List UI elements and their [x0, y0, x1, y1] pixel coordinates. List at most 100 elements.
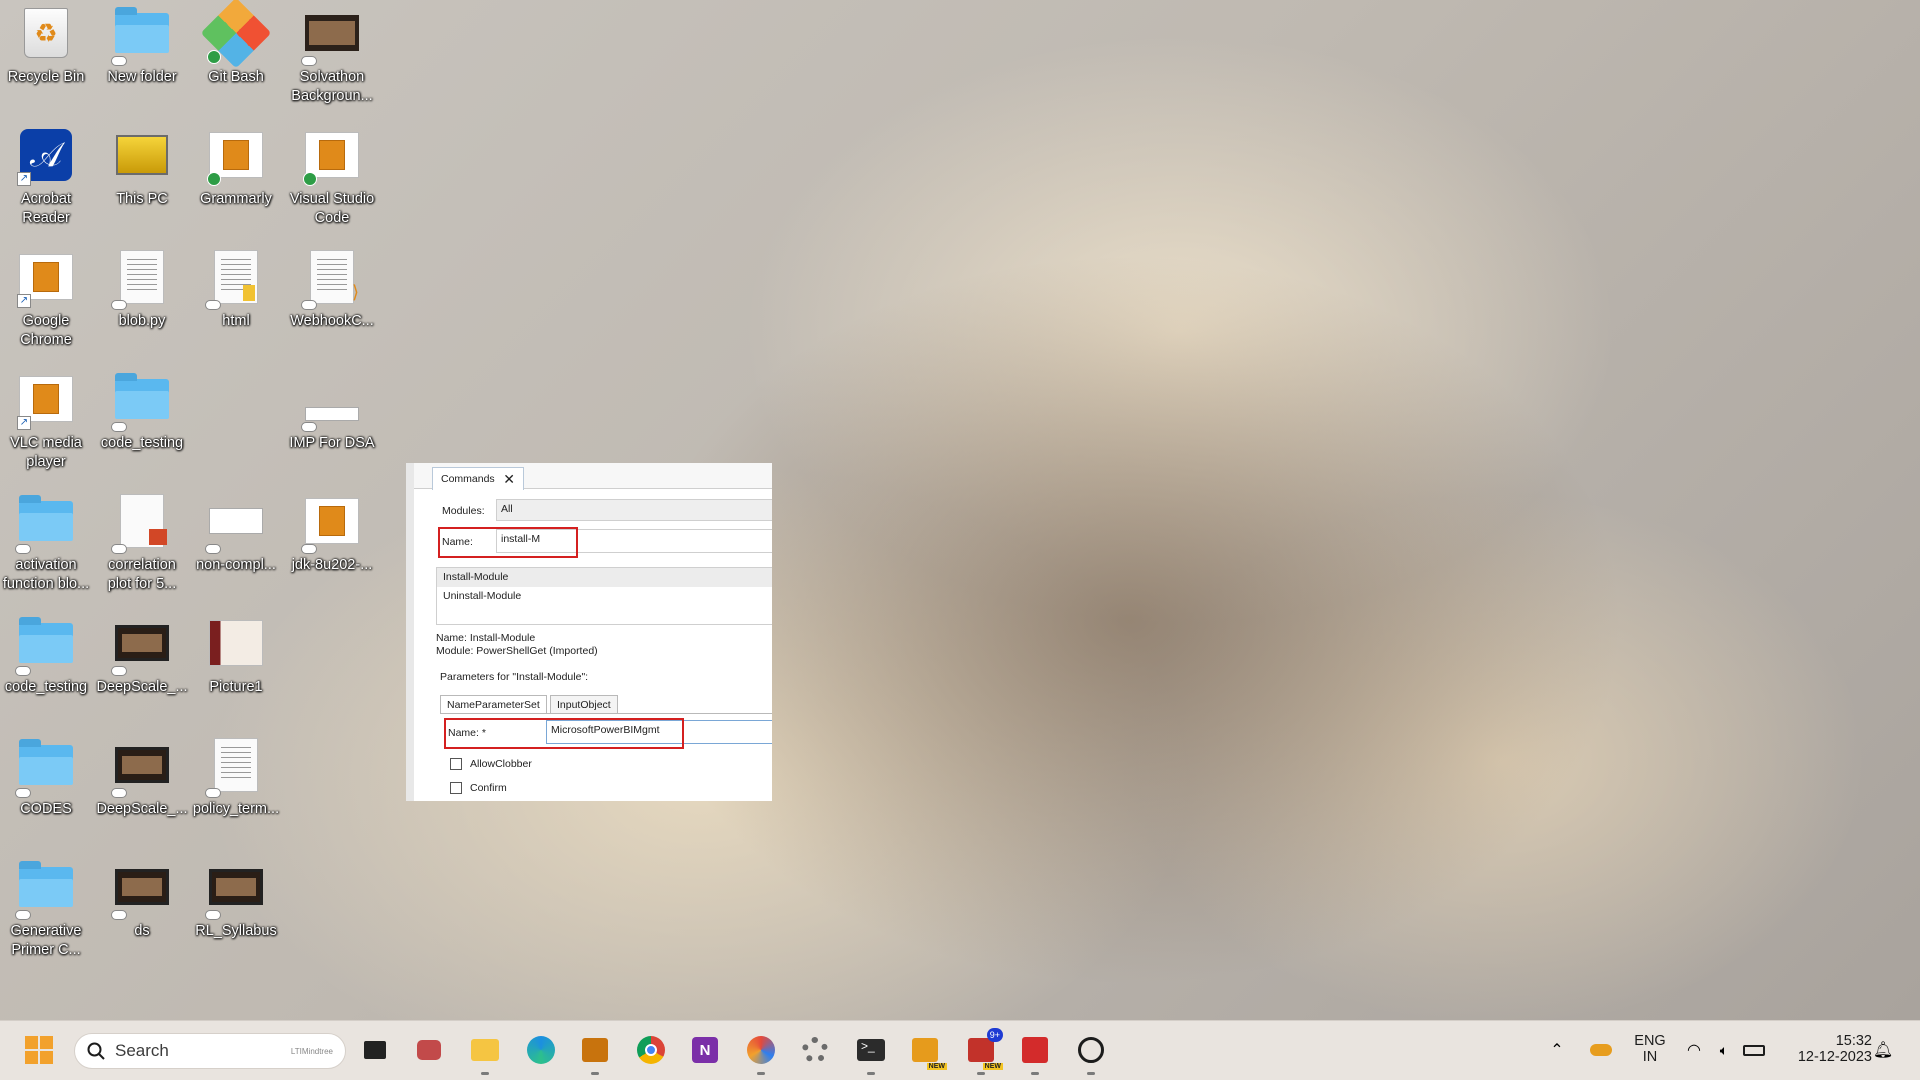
- close-icon[interactable]: ✕: [503, 472, 515, 486]
- show-hidden-icons-chevron-icon[interactable]: ⌃: [1544, 1031, 1570, 1069]
- shortcut-arrow-icon: ↗: [17, 416, 31, 430]
- command-detail-module: Module: PowerShellGet (Imported): [436, 645, 598, 657]
- desktop-icon-rl-syllabus[interactable]: RL_Syllabus: [190, 854, 282, 972]
- desktop-icon-label: blob.py: [118, 313, 166, 329]
- image-file-icon: [209, 869, 263, 905]
- onenote-icon[interactable]: N: [686, 1031, 724, 1069]
- task-view-icon[interactable]: [356, 1031, 394, 1069]
- clock[interactable]: 15:32 12-12-2023: [1780, 1033, 1872, 1065]
- desktop-icon-deepscale-1[interactable]: DeepScale_...: [96, 610, 188, 728]
- language-line-1: ENG: [1634, 1033, 1666, 1049]
- chrome-icon[interactable]: [632, 1031, 670, 1069]
- cloud-sync-icon: [111, 544, 127, 554]
- cloud-sync-icon: [301, 56, 317, 66]
- desktop-icon-deepscale-2[interactable]: DeepScale_...: [96, 732, 188, 850]
- desktop-icon-acrobat-reader[interactable]: 𝒜 ↗ Acrobat Reader: [0, 122, 92, 240]
- desktop-icon-ds[interactable]: ds: [96, 854, 188, 972]
- desktop-icon-label: code_testing: [4, 679, 88, 695]
- desktop-icon-label: activation function blo...: [2, 557, 90, 592]
- image-file-icon: [209, 620, 263, 666]
- acrobat-taskbar-icon[interactable]: [1016, 1031, 1054, 1075]
- highlight-box-param-name: [444, 718, 684, 749]
- allowclobber-checkbox[interactable]: [450, 758, 462, 770]
- clock-app-icon[interactable]: [1072, 1031, 1110, 1075]
- desktop-icon-label: DeepScale_...: [96, 801, 188, 817]
- desktop-icon-imp-for-dsa[interactable]: IMP For DSA: [286, 366, 378, 484]
- modules-dropdown[interactable]: All: [496, 499, 772, 521]
- file-explorer-icon[interactable]: [466, 1031, 504, 1075]
- teams-icon[interactable]: [410, 1031, 448, 1069]
- teams-new-icon[interactable]: 9+ NEW: [962, 1028, 1003, 1075]
- desktop-icon-codes[interactable]: CODES: [0, 732, 92, 850]
- list-item[interactable]: Install-Module: [437, 568, 772, 587]
- terminal-icon[interactable]: >_: [852, 1031, 890, 1075]
- outlook-icon[interactable]: NEW: [906, 1031, 947, 1070]
- taskbar-search[interactable]: Search LTIMindtree: [74, 1033, 346, 1069]
- new-tag: NEW: [982, 1063, 1003, 1070]
- allowclobber-label: AllowClobber: [470, 758, 532, 770]
- search-placeholder: Search: [115, 1041, 169, 1060]
- tab-input-object[interactable]: InputObject: [550, 695, 618, 714]
- desktop-icon-code-testing[interactable]: code_testing: [96, 366, 188, 484]
- desktop-icon-correlation-plot[interactable]: correlation plot for 5...: [96, 488, 188, 606]
- edge-icon[interactable]: [522, 1031, 560, 1069]
- shortcut-arrow-icon: ↗: [17, 172, 31, 186]
- desktop-icon-grammarly[interactable]: Grammarly: [190, 122, 282, 240]
- desktop-icon-new-folder[interactable]: New folder: [96, 0, 188, 118]
- cloud-sync-icon: [205, 910, 221, 920]
- generic-app-icon: [305, 498, 359, 544]
- desktop-icon-html[interactable]: html: [190, 244, 282, 362]
- desktop-icon-non-compl[interactable]: non-compl...: [190, 488, 282, 606]
- desktop-icon-recycle-bin[interactable]: ♻ Recycle Bin: [0, 0, 92, 118]
- desktop-icon-blob-py[interactable]: blob.py: [96, 244, 188, 362]
- cloud-sync-icon: [301, 422, 317, 432]
- notifications-bell-icon[interactable]: 🔔︎: [1868, 1031, 1898, 1069]
- synced-check-icon: [303, 172, 317, 186]
- desktop-icon-label: CODES: [20, 801, 72, 817]
- tab-commands[interactable]: Commands ✕: [432, 467, 524, 490]
- desktop-icon-this-pc[interactable]: This PC: [96, 122, 188, 240]
- desktop-icon-google-chrome[interactable]: ↗ Google Chrome: [0, 244, 92, 362]
- settings-icon[interactable]: [796, 1031, 834, 1069]
- desktop-icon-label: RL_Syllabus: [195, 923, 277, 939]
- volume-icon[interactable]: 🔈︎: [1710, 1031, 1738, 1069]
- highlight-box-name-filter: [438, 527, 578, 558]
- wifi-icon[interactable]: ◠: [1680, 1031, 1708, 1069]
- modules-selected-value: All: [501, 503, 513, 515]
- desktop-icon-generative-primer[interactable]: Generative Primer C...: [0, 854, 92, 972]
- document-icon: [305, 407, 359, 421]
- desktop-icon-picture1[interactable]: Picture1: [190, 610, 282, 728]
- desktop-icon-code-testing-2[interactable]: code_testing: [0, 610, 92, 728]
- synced-check-icon: [207, 172, 221, 186]
- desktop-icon-label: correlation plot for 5...: [107, 557, 177, 592]
- tab-name-parameter-set[interactable]: NameParameterSet: [440, 695, 547, 714]
- desktop-icon-label: Google Chrome: [20, 313, 72, 348]
- desktop-icon-policy-term[interactable]: policy_term...: [190, 732, 282, 850]
- word-document-icon: [120, 494, 167, 548]
- command-detail-name: Name: Install-Module: [436, 632, 536, 644]
- desktop-icon-solvathon[interactable]: Solvathon Backgroun...: [286, 0, 378, 118]
- desktop-icon-git-bash[interactable]: Git Bash: [190, 0, 282, 118]
- onedrive-icon[interactable]: [1586, 1031, 1616, 1069]
- desktop-icon-label: IMP For DSA: [289, 435, 375, 451]
- synced-check-icon: [207, 50, 221, 64]
- desktop-icon-label: DeepScale_...: [96, 679, 188, 695]
- language-indicator[interactable]: ENG IN: [1630, 1033, 1670, 1065]
- battery-icon[interactable]: [1740, 1031, 1768, 1069]
- desktop-icon-webhook[interactable]: ⟩ WebhookC...: [286, 244, 378, 362]
- desktop-icon-vscode[interactable]: Visual Studio Code: [286, 122, 378, 240]
- command-results-list: Install-Module Uninstall-Module: [436, 567, 772, 625]
- taskbar: Search LTIMindtree N >_ NEW 9+ NEW ⌃ ENG …: [0, 1020, 1920, 1080]
- confirm-checkbox[interactable]: [450, 782, 462, 794]
- snipping-tool-icon[interactable]: [742, 1031, 780, 1075]
- desktop-icon-activation-function[interactable]: activation function blo...: [0, 488, 92, 606]
- search-highlight-badge: LTIMindtree: [290, 1046, 333, 1056]
- desktop-icon-jdk[interactable]: jdk-8u202-...: [286, 488, 378, 606]
- desktop-icon-label: html: [222, 313, 250, 329]
- cloud-sync-icon: [205, 788, 221, 798]
- start-button[interactable]: [20, 1031, 58, 1069]
- document-icon: ⟩: [310, 250, 359, 304]
- list-item[interactable]: Uninstall-Module: [437, 587, 772, 606]
- desktop-icon-vlc[interactable]: ↗ VLC media player: [0, 366, 92, 484]
- store-icon[interactable]: [576, 1031, 614, 1075]
